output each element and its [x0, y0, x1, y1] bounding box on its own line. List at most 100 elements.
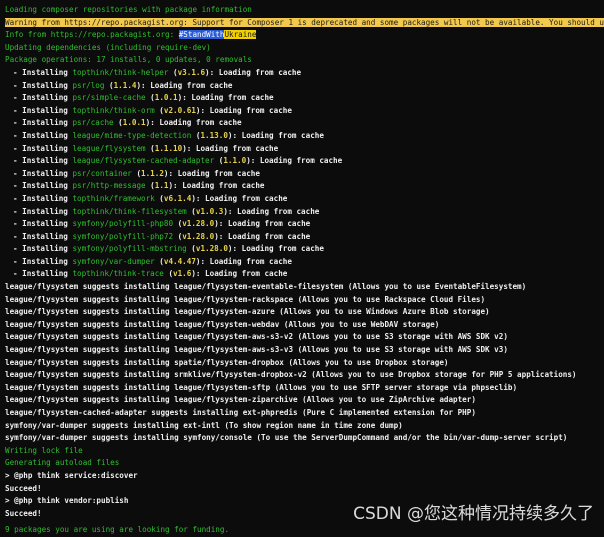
install-word: - Installing [13, 219, 73, 229]
from-cache-text: : Loading from cache [227, 206, 320, 216]
from-cache-text: : Loading from cache [150, 118, 242, 128]
install-word: - Installing [13, 93, 73, 103]
install-word: - Installing [13, 256, 73, 266]
install-word: - Installing [13, 156, 73, 166]
terminal-output[interactable]: Loading composer repositories with packa… [0, 0, 604, 534]
suggest-line: league/flysystem suggests installing lea… [5, 395, 476, 405]
package-name: topthink/framework [72, 193, 155, 203]
install-word: - Installing [13, 105, 73, 115]
paren-open: ( [163, 269, 174, 279]
package-version: 1.1.0 [223, 156, 247, 166]
from-cache-text: : Loading from cache [141, 80, 233, 90]
install-word: - Installing [13, 67, 73, 77]
from-cache-text: : Loading from cache [186, 143, 279, 153]
package-name: topthink/think-helper [72, 67, 169, 77]
command-line-1: > @php think service:discover [5, 470, 138, 480]
install-list: - Installing topthink/think-helper (v3.1… [0, 67, 604, 281]
package-name: psr/http-message [72, 181, 146, 191]
paren-open: ( [214, 156, 224, 166]
package-version: 1.1.2 [141, 168, 164, 178]
package-version: 1.1.4 [113, 80, 137, 90]
package-version: 1.13.0 [200, 130, 228, 140]
package-version: v2.0.61 [163, 105, 196, 115]
suggest-line: league/flysystem suggests installing srm… [5, 370, 577, 380]
package-version: v6.1.4 [163, 193, 192, 203]
install-line: - Installing psr/cache (1.0.1): Loading … [0, 117, 604, 130]
package-version: v1.28.0 [182, 219, 215, 229]
suggest-line: league/flysystem suggests installing lea… [5, 319, 440, 329]
suggest-list: league/flysystem suggests installing lea… [0, 281, 604, 445]
from-cache-text: : Loading from cache [168, 168, 260, 178]
updating-line: Updating dependencies (including require… [5, 42, 211, 52]
package-name: symfony/polyfill-php80 [72, 219, 174, 229]
package-version: v1.6 [173, 269, 192, 279]
package-name: symfony/var-dumper [72, 256, 155, 266]
install-word: - Installing [13, 80, 73, 90]
from-cache-text: : Loading from cache [218, 231, 311, 241]
paren-open: ( [186, 244, 196, 254]
install-line: - Installing psr/simple-cache (1.0.1): L… [0, 92, 604, 105]
install-word: - Installing [13, 168, 73, 178]
standwith-tag: #StandWith [178, 30, 225, 40]
suggest-line: league/flysystem suggests installing lea… [5, 282, 527, 292]
paren-open: ( [154, 105, 164, 115]
package-name: psr/simple-cache [72, 93, 146, 103]
install-line: - Installing topthink/think-helper (v3.1… [0, 67, 604, 80]
package-version: 1.1 [154, 181, 169, 191]
install-line: - Installing topthink/think-orm (v2.0.61… [0, 105, 604, 118]
writing-lock-line: Writing lock file [5, 445, 83, 455]
install-word: - Installing [13, 193, 73, 203]
loading-repos-line: Loading composer repositories with packa… [5, 5, 252, 14]
install-word: - Installing [13, 206, 73, 216]
suggest-line: league/flysystem suggests installing lea… [5, 294, 486, 304]
package-name: league/flysystem [72, 143, 146, 153]
from-cache-text: : Loading from cache [232, 244, 324, 254]
csdn-watermark: CSDN @您这种情况持续多久了 [353, 504, 594, 524]
paren-open: ( [154, 256, 164, 266]
paren-open: ( [173, 219, 183, 229]
package-version: 1.0.1 [154, 93, 178, 103]
from-cache-text: : Loading from cache [195, 269, 288, 279]
package-name: symfony/polyfill-mbstring [72, 244, 187, 254]
install-line: - Installing topthink/think-trace (v1.6)… [0, 268, 604, 281]
install-line: - Installing psr/log (1.1.4): Loading fr… [0, 80, 604, 93]
paren-open: ( [186, 206, 196, 216]
install-word: - Installing [13, 130, 73, 140]
install-line: - Installing league/flysystem (1.1.10): … [0, 143, 604, 156]
install-word: - Installing [13, 269, 73, 279]
install-word: - Installing [13, 118, 73, 128]
package-version: v1.28.0 [195, 244, 228, 254]
suggest-line: league/flysystem suggests installing spa… [5, 357, 449, 367]
suggest-line: league/flysystem suggests installing lea… [5, 307, 490, 317]
from-cache-text: : Loading from cache [218, 219, 311, 229]
generating-line: Generating autoload files [5, 458, 120, 468]
suggest-line: league/flysystem suggests installing lea… [5, 382, 518, 392]
package-name: league/mime-type-detection [72, 130, 192, 140]
info-line: Info from https://repo.packagist.org: #S… [0, 29, 604, 42]
package-name: psr/log [72, 80, 105, 90]
install-line: - Installing topthink/framework (v6.1.4)… [0, 193, 604, 206]
paren-open: ( [173, 231, 183, 241]
install-word: - Installing [13, 244, 73, 254]
install-line: - Installing symfony/polyfill-php80 (v1.… [0, 218, 604, 231]
paren-open: ( [145, 181, 155, 191]
install-line: - Installing symfony/var-dumper (v4.4.47… [0, 256, 604, 269]
package-name: psr/container [72, 168, 132, 178]
package-version: v1.0.3 [195, 206, 224, 216]
suggest-line: league/flysystem-cached-adapter suggests… [5, 408, 476, 417]
paren-open: ( [168, 67, 178, 77]
info-prefix: Info from https://repo.packagist.org: [5, 30, 179, 40]
ukraine-tag: Ukraine [224, 30, 257, 40]
from-cache-text: : Loading from cache [250, 156, 343, 166]
package-name: league/flysystem-cached-adapter [72, 156, 215, 166]
suggest-line: league/flysystem suggests installing lea… [5, 332, 508, 342]
package-version: v3.1.6 [177, 67, 206, 77]
install-line: - Installing league/mime-type-detection … [0, 130, 604, 143]
paren-open: ( [104, 80, 114, 90]
install-line: - Installing psr/container (1.1.2): Load… [0, 168, 604, 181]
warning-line: Warning from https://repo.packagist.org:… [0, 17, 604, 30]
from-cache-text: : Loading from cache [173, 181, 265, 191]
from-cache-text: : Loading from cache [200, 256, 292, 266]
paren-open: ( [113, 118, 123, 128]
package-name: symfony/polyfill-php72 [72, 231, 174, 241]
